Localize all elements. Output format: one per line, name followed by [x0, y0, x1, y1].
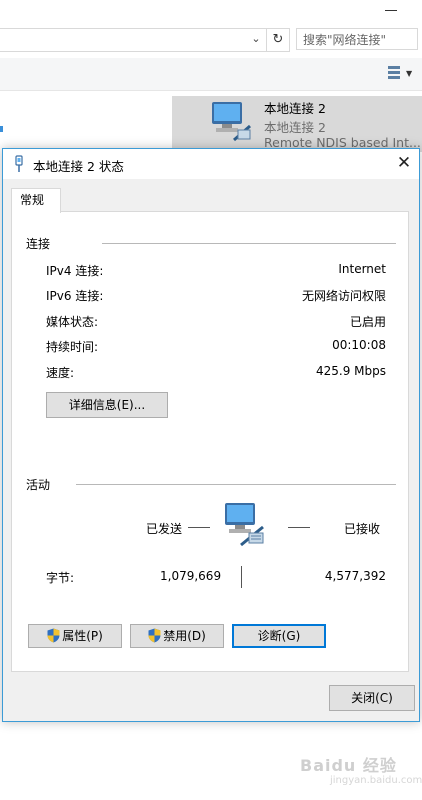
- connection-heading: 连接: [26, 237, 51, 251]
- network-adapter-icon: [212, 102, 251, 142]
- speed-label: 速度:: [46, 366, 75, 380]
- network-cable-icon: [15, 155, 23, 172]
- adapter-subtitle: 本地连接 2: [264, 120, 326, 135]
- bytes-sent-value: 1,079,669: [160, 569, 222, 583]
- uac-shield-icon: [148, 628, 161, 643]
- dialog-title: 本地连接 2 状态: [33, 159, 124, 174]
- minimize-button[interactable]: [384, 4, 398, 18]
- activity-separator: [241, 566, 242, 588]
- connection-divider: [102, 243, 396, 244]
- details-button[interactable]: 详细信息(E)...: [46, 392, 168, 418]
- sent-dash: [188, 527, 210, 528]
- chevron-down-icon[interactable]: ⌄: [248, 30, 264, 48]
- close-button[interactable]: 关闭(C): [329, 685, 415, 711]
- bytes-label: 字节:: [46, 571, 75, 585]
- bytes-received-value: 4,577,392: [324, 569, 386, 583]
- media-state-label: 媒体状态:: [46, 315, 99, 329]
- sent-label: 已发送: [146, 522, 183, 536]
- close-icon[interactable]: ✕: [393, 152, 415, 174]
- properties-label: 属性(P): [62, 629, 103, 643]
- network-activity-icon: [225, 503, 264, 547]
- explorer-toolbar: [0, 58, 422, 91]
- received-label: 已接收: [344, 522, 381, 536]
- activity-divider: [76, 484, 396, 485]
- nav-indicator: [0, 126, 3, 132]
- duration-label: 持续时间:: [46, 340, 99, 354]
- properties-button[interactable]: 属性(P): [28, 624, 122, 648]
- speed-value: 425.9 Mbps: [315, 364, 386, 378]
- ipv4-label: IPv4 连接:: [46, 264, 104, 278]
- watermark: Baidu 经验: [300, 756, 397, 775]
- diagnose-button[interactable]: 诊断(G): [232, 624, 326, 648]
- adapter-name: 本地连接 2: [264, 101, 326, 116]
- general-tab-panel: 连接 IPv4 连接: Internet IPv6 连接: 无网络访问权限 媒体…: [11, 211, 409, 672]
- duration-value: 00:10:08: [332, 338, 386, 352]
- ipv6-value: 无网络访问权限: [301, 289, 386, 303]
- address-bar[interactable]: [0, 28, 267, 52]
- media-state-value: 已启用: [349, 315, 386, 329]
- tab-general[interactable]: 常规: [11, 188, 61, 213]
- received-dash: [288, 527, 310, 528]
- refresh-button[interactable]: ↻: [266, 28, 290, 52]
- disable-button[interactable]: 禁用(D): [130, 624, 224, 648]
- search-input[interactable]: 搜索"网络连接": [296, 28, 418, 50]
- watermark-url: jingyan.baidu.com: [330, 775, 422, 786]
- disable-label: 禁用(D): [163, 629, 206, 643]
- view-options-icon[interactable]: ▼: [386, 64, 416, 82]
- activity-heading: 活动: [26, 478, 51, 492]
- ipv4-value: Internet: [338, 262, 386, 276]
- status-dialog: 本地连接 2 状态 ✕ 常规 连接 IPv4 连接: Internet IPv6…: [2, 148, 420, 722]
- uac-shield-icon: [47, 628, 60, 643]
- dialog-titlebar[interactable]: 本地连接 2 状态 ✕: [3, 149, 419, 179]
- ipv6-label: IPv6 连接:: [46, 289, 104, 303]
